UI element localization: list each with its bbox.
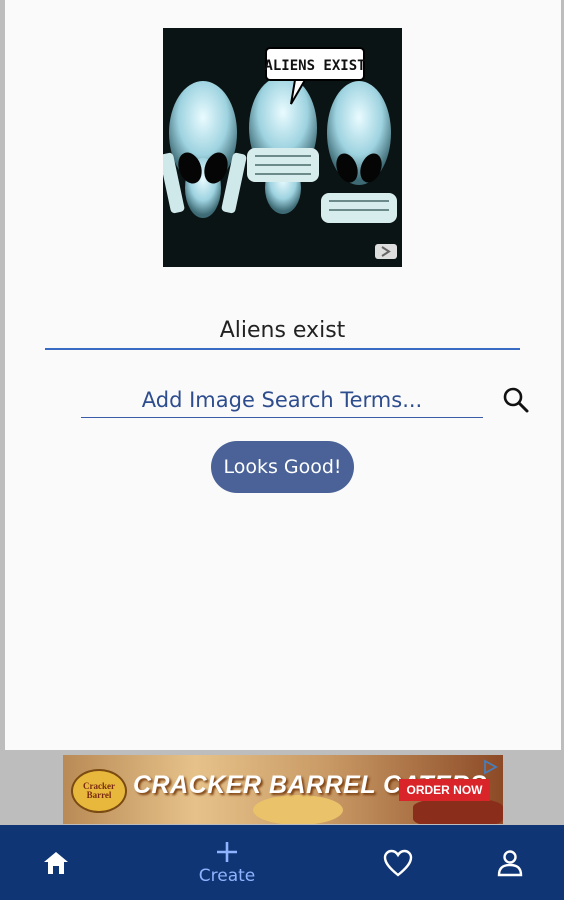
ad-logo-text: Cracker Barrel: [83, 781, 115, 800]
nav-create[interactable]: Create: [186, 825, 268, 900]
person-icon: [497, 849, 523, 876]
ad-banner[interactable]: Cracker Barrel CRACKER BARREL CATERS ORD…: [63, 755, 503, 824]
caption-input[interactable]: [45, 312, 520, 350]
ad-brand-logo: Cracker Barrel: [71, 769, 127, 813]
home-icon: [44, 851, 68, 874]
nav-favorites[interactable]: [372, 825, 424, 900]
ad-bacon-dish: [413, 799, 503, 824]
looks-good-button[interactable]: Looks Good!: [211, 441, 354, 493]
heart-icon: [383, 849, 413, 877]
search-icon[interactable]: [500, 384, 532, 416]
ad-order-now-button[interactable]: ORDER NOW: [399, 779, 490, 801]
bottom-navigation: Create: [0, 825, 564, 900]
image-search-input[interactable]: [81, 383, 483, 418]
meme-image[interactable]: ALIENS EXIST: [163, 28, 402, 267]
ad-choices-icon[interactable]: [481, 758, 499, 776]
three-aliens-illustration: ALIENS EXIST: [163, 28, 402, 267]
nav-profile[interactable]: [484, 825, 536, 900]
nav-create-label: Create: [198, 865, 256, 886]
speech-bubble-text: ALIENS EXIST: [264, 58, 365, 74]
plus-icon: [217, 841, 237, 862]
nav-home[interactable]: [30, 825, 82, 900]
